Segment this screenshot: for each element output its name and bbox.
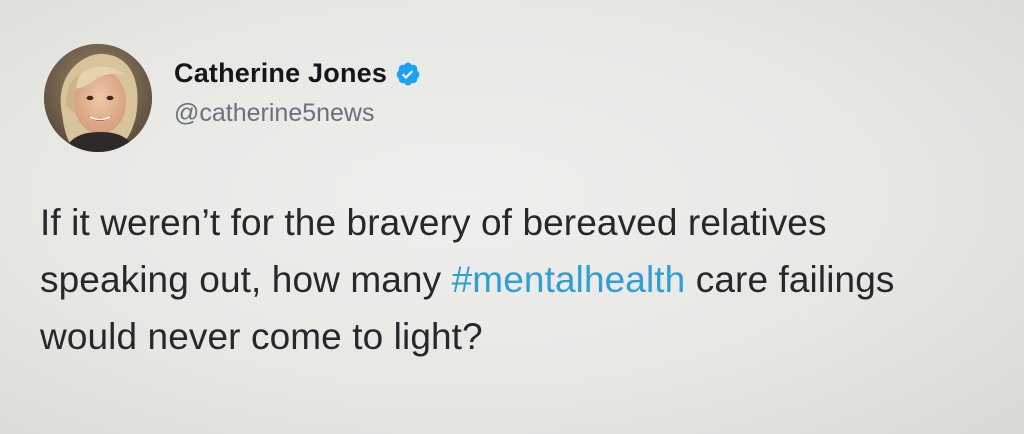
tweet-text-segment: would never come to light? xyxy=(40,316,483,357)
tweet-text-segment: If it weren’t for the bravery of bereave… xyxy=(40,202,827,243)
hashtag-link[interactable]: #mentalhealth xyxy=(452,259,686,300)
tweet-text-line: If it weren’t for the bravery of bereave… xyxy=(40,194,1000,251)
tweet-text-line: would never come to light? xyxy=(40,308,1000,365)
tweet-text-segment: speaking out, how many xyxy=(40,259,452,300)
verified-badge-icon xyxy=(395,61,421,87)
tweet-body: If it weren’t for the bravery of bereave… xyxy=(40,194,1000,365)
tweet-text-segment: care failings xyxy=(685,259,895,300)
author-avatar[interactable] xyxy=(44,44,152,152)
author-display-name[interactable]: Catherine Jones xyxy=(174,58,387,89)
author-name-row: Catherine Jones xyxy=(174,58,421,89)
tweet-card: Catherine Jones @catherine5news If it we… xyxy=(0,0,1024,434)
author-handle[interactable]: @catherine5news xyxy=(174,99,375,128)
profile-photo-icon xyxy=(44,44,152,152)
tweet-text-line: speaking out, how many #mentalhealth car… xyxy=(40,251,1000,308)
